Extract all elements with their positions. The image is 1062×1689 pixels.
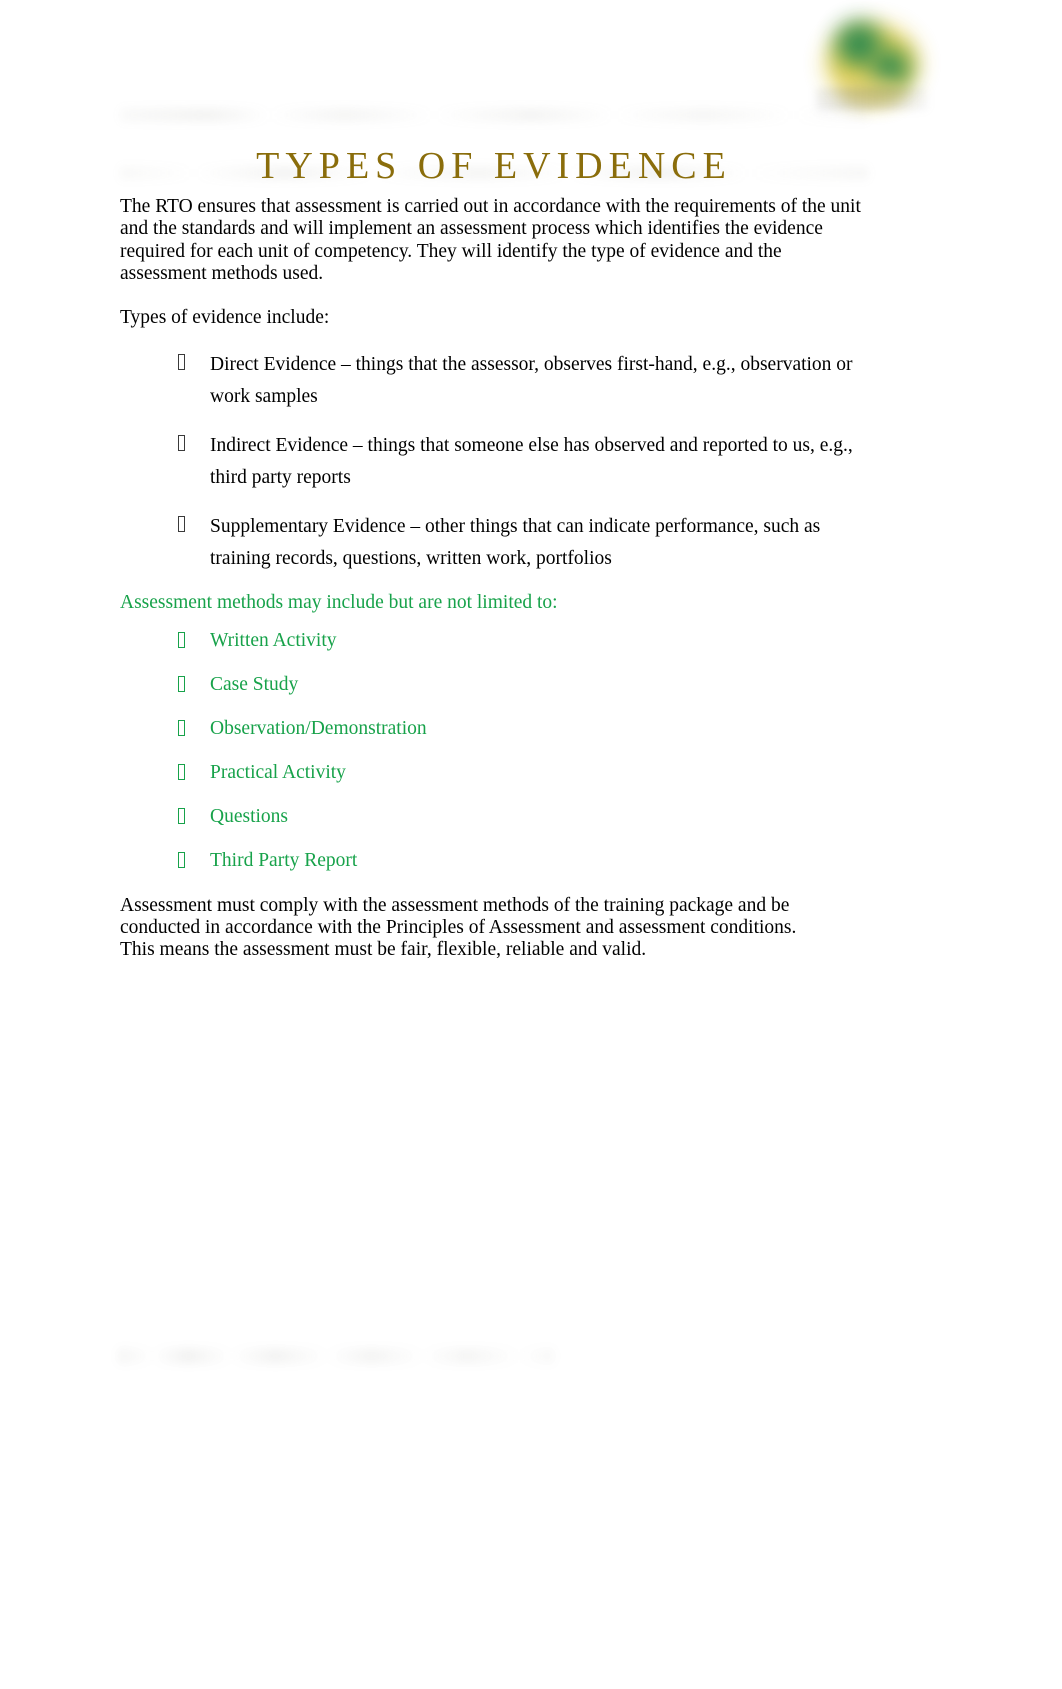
list-item: Questions: [120, 805, 870, 829]
header-redacted-band-top: [120, 108, 868, 122]
list-item-label: Supplementary Evidence – other things th…: [210, 516, 821, 570]
tofu-box-bullet-icon: [178, 763, 185, 780]
list-item: Direct Evidence – things that the assess…: [120, 349, 870, 413]
tofu-box-bullet-icon: [178, 851, 185, 868]
list-item: Supplementary Evidence – other things th…: [120, 511, 870, 575]
tofu-box-bullet-icon: [178, 719, 185, 736]
document-page: TYPES OF EVIDENCE The RTO ensures that a…: [0, 0, 1062, 1689]
tofu-box-bullet-icon: [178, 354, 185, 371]
evidence-types-list: Direct Evidence – things that the assess…: [120, 349, 870, 575]
page-title: TYPES OF EVIDENCE: [256, 145, 732, 188]
list-item: Practical Activity: [120, 761, 870, 785]
list-item: Observation/Demonstration: [120, 717, 870, 741]
tofu-box-bullet-icon: [178, 631, 185, 648]
list-item-label: Practical Activity: [210, 761, 346, 783]
list-item-label: Direct Evidence – things that the assess…: [210, 354, 853, 408]
footer-redacted-band: [118, 1348, 554, 1364]
organisation-logo: [812, 8, 930, 112]
list-item: Indirect Evidence – things that someone …: [120, 430, 870, 494]
tofu-box-bullet-icon: [178, 435, 185, 452]
list-item-label: Indirect Evidence – things that someone …: [210, 435, 853, 489]
list-item: Third Party Report: [120, 849, 870, 873]
list-item-label: Written Activity: [210, 629, 337, 651]
list-item: Case Study: [120, 673, 870, 697]
list-item-label: Third Party Report: [210, 849, 358, 871]
assessment-methods-list: Written Activity Case Study Observation/…: [120, 629, 870, 873]
logo-caption-text: [816, 88, 928, 110]
closing-paragraph: Assessment must comply with the assessme…: [120, 894, 797, 961]
list-item-label: Questions: [210, 805, 288, 827]
tofu-box-bullet-icon: [178, 516, 185, 533]
tofu-box-bullet-icon: [178, 807, 185, 824]
types-lead-in: Types of evidence include:: [120, 307, 330, 329]
intro-paragraph: The RTO ensures that assessment is carri…: [120, 196, 861, 284]
document-body: The RTO ensures that assessment is carri…: [120, 196, 870, 962]
tofu-box-bullet-icon: [178, 675, 185, 692]
methods-lead-in: Assessment methods may include but are n…: [120, 592, 558, 614]
list-item-label: Case Study: [210, 673, 299, 695]
list-item-label: Observation/Demonstration: [210, 717, 427, 739]
list-item: Written Activity: [120, 629, 870, 653]
